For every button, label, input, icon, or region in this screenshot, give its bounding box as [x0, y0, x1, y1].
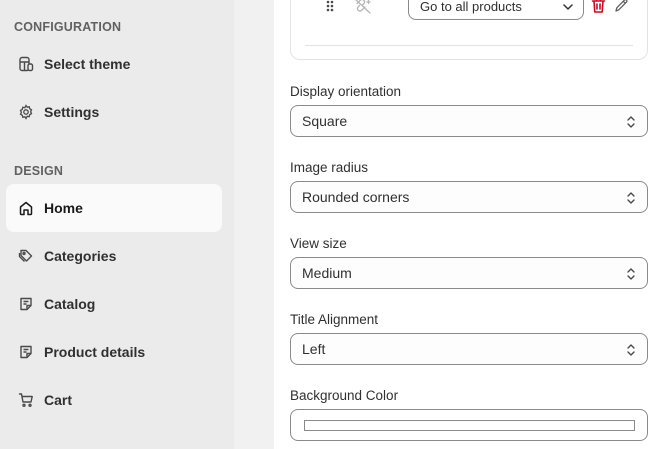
- section-label-design: DESIGN: [14, 164, 64, 178]
- title-alignment-label: Title Alignment: [290, 312, 379, 327]
- link-action-value: Go to all products: [420, 0, 522, 14]
- sidebar-item-product-details[interactable]: Product details: [6, 328, 222, 376]
- chevron-down-icon: [563, 4, 573, 10]
- product-details-icon: [18, 344, 34, 360]
- title-alignment-select[interactable]: Left: [290, 333, 648, 365]
- select-value: Square: [302, 113, 348, 129]
- sidebar-item-label: Select theme: [44, 56, 131, 72]
- color-swatch: [304, 420, 635, 431]
- view-size-select[interactable]: Medium: [290, 257, 648, 289]
- edit-icon[interactable]: [614, 0, 629, 13]
- settings-panel: Go to all products Display orientation S…: [274, 0, 657, 449]
- sidebar-item-categories[interactable]: Categories: [6, 232, 222, 280]
- link-list-card: Go to all products: [290, 0, 648, 60]
- cart-icon: [18, 392, 34, 408]
- sidebar-item-catalog[interactable]: Catalog: [6, 280, 222, 328]
- sidebar-item-cart[interactable]: Cart: [6, 376, 222, 424]
- select-arrows-icon: [627, 344, 635, 356]
- sidebar-item-select-theme[interactable]: Select theme: [6, 40, 222, 88]
- link-action-select[interactable]: Go to all products: [408, 0, 584, 20]
- broken-link-icon: [353, 0, 373, 15]
- sidebar-item-label: Home: [44, 200, 83, 216]
- sidebar-item-home[interactable]: Home: [6, 184, 222, 232]
- sidebar-item-label: Catalog: [44, 296, 96, 312]
- image-radius-select[interactable]: Rounded corners: [290, 181, 648, 213]
- scroll-gutter: [234, 0, 274, 449]
- tag-icon: [18, 248, 34, 264]
- display-orientation-select[interactable]: Square: [290, 105, 648, 137]
- background-color-picker[interactable]: [290, 409, 648, 441]
- sidebar-item-label: Categories: [44, 248, 117, 264]
- display-orientation-label: Display orientation: [290, 84, 402, 99]
- sidebar-item-label: Product details: [44, 344, 146, 360]
- select-arrows-icon: [627, 116, 635, 128]
- select-arrows-icon: [627, 268, 635, 280]
- section-label-configuration: CONFIGURATION: [14, 20, 122, 34]
- select-arrows-icon: [627, 192, 635, 204]
- catalog-icon: [18, 296, 34, 312]
- sidebar-item-label: Settings: [44, 104, 100, 120]
- delete-icon[interactable]: [591, 0, 606, 14]
- gear-icon: [18, 104, 34, 120]
- home-icon: [18, 200, 34, 216]
- drag-handle-icon[interactable]: [325, 0, 335, 13]
- image-radius-label: Image radius: [290, 160, 369, 175]
- select-value: Medium: [302, 265, 352, 281]
- background-color-label: Background Color: [290, 388, 399, 403]
- select-value: Rounded corners: [302, 189, 410, 205]
- divider: [305, 45, 633, 46]
- sidebar: CONFIGURATION Select theme Settings DESI…: [0, 0, 234, 449]
- theme-icon: [18, 56, 34, 72]
- select-value: Left: [302, 341, 326, 357]
- view-size-label: View size: [290, 236, 347, 251]
- sidebar-item-settings[interactable]: Settings: [6, 88, 222, 136]
- sidebar-item-label: Cart: [44, 392, 73, 408]
